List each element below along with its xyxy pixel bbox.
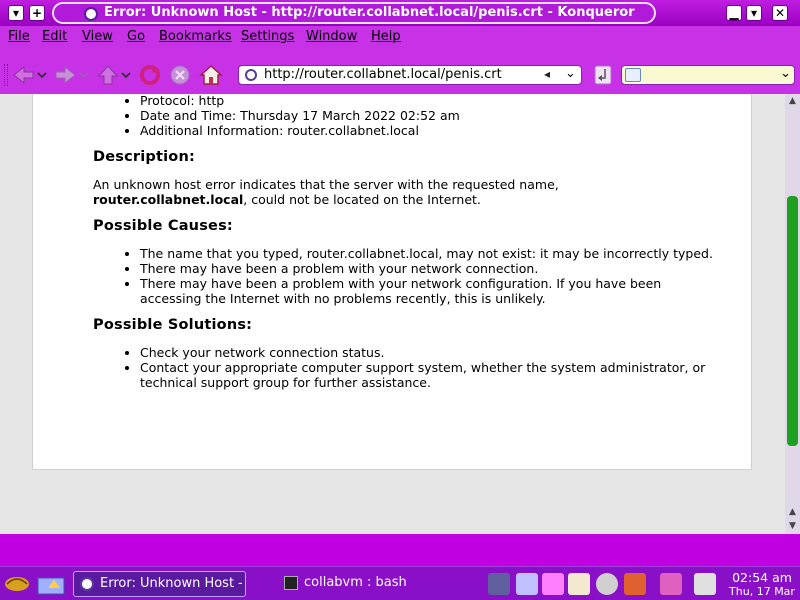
title-pill: Error: Unknown Host - http://router.coll… — [52, 2, 656, 24]
solutions-heading: Possible Solutions: — [93, 317, 253, 333]
back-icon[interactable] — [12, 64, 36, 86]
clipboard-icon[interactable] — [568, 573, 590, 595]
home-icon[interactable] — [199, 64, 223, 86]
settings-gear-icon[interactable] — [596, 573, 618, 595]
window-menu-button[interactable]: ▾ — [8, 5, 24, 21]
location-bar[interactable]: http://router.collabnet.local/penis.crt … — [238, 65, 582, 85]
menu-view[interactable]: View — [82, 29, 113, 44]
stop-icon[interactable] — [168, 64, 192, 86]
clear-location-icon[interactable]: ◂ — [544, 67, 550, 81]
solution-item: Contact your appropriate computer suppor… — [140, 360, 713, 390]
description-heading: Description: — [93, 149, 195, 165]
causes-list: The name that you typed, router.collabne… — [93, 246, 713, 306]
search-provider-icon[interactable] — [625, 68, 641, 82]
network-icon[interactable] — [694, 573, 716, 595]
scroll-up-bottom-icon[interactable]: ▲ — [786, 506, 799, 519]
home-folder-icon[interactable] — [36, 572, 66, 596]
globe-icon — [245, 69, 257, 81]
scroll-up-icon[interactable]: ▲ — [786, 95, 799, 108]
mail-icon[interactable] — [624, 573, 646, 595]
page-view: Protocol: http Date and Time: Thursday 1… — [0, 94, 785, 534]
status-strip — [0, 534, 800, 566]
menu-go[interactable]: Go — [127, 29, 145, 44]
desktop-pager-2-icon[interactable] — [516, 573, 538, 595]
desktop-pager-icon[interactable] — [488, 573, 510, 595]
scroll-down-icon[interactable]: ▼ — [786, 520, 799, 533]
app-launcher-icon[interactable] — [3, 572, 31, 596]
main-toolbar: http://router.collabnet.local/penis.crt … — [0, 48, 800, 94]
cause-item: There may have been a problem with your … — [140, 261, 713, 276]
terminal-icon — [284, 576, 298, 590]
vertical-scrollbar[interactable]: ▲ ▲ ▼ — [785, 94, 800, 534]
error-page: Protocol: http Date and Time: Thursday 1… — [32, 94, 752, 470]
menu-edit[interactable]: Edit — [42, 29, 67, 44]
clock[interactable]: 02:54 am Thu, 17 Mar — [724, 570, 800, 598]
go-icon[interactable] — [594, 65, 612, 85]
description-line1: An unknown host error indicates that the… — [93, 177, 559, 192]
location-url[interactable]: http://router.collabnet.local/penis.crt — [264, 67, 502, 82]
task-bash-label: collabvm : bash — [304, 575, 407, 590]
konqueror-icon — [84, 7, 98, 21]
clock-time: 02:54 am — [732, 570, 792, 585]
menu-window[interactable]: Window — [306, 29, 357, 44]
search-dropdown-icon[interactable]: ⌄ — [780, 66, 791, 81]
description-text: An unknown host error indicates that the… — [93, 177, 713, 207]
task-konqueror[interactable]: Error: Unknown Host - http://router.coll… — [73, 571, 246, 597]
up-icon[interactable] — [96, 64, 120, 86]
solution-item: Check your network connection status. — [140, 345, 713, 360]
info-protocol: Protocol: http — [140, 94, 713, 108]
close-button[interactable]: ✕ — [772, 5, 788, 21]
causes-heading: Possible Causes: — [93, 218, 233, 234]
menu-file[interactable]: File — [8, 29, 30, 44]
error-page-content: Protocol: http Date and Time: Thursday 1… — [93, 94, 713, 390]
up-history-chevron-icon[interactable] — [120, 64, 132, 86]
location-dropdown-icon[interactable]: ⌄ — [565, 66, 576, 81]
forward-history-chevron-icon[interactable] — [78, 64, 90, 86]
menu-bar: File Edit View Go Bookmarks Settings Win… — [0, 26, 800, 48]
minimize-button[interactable]: ▁ — [726, 5, 742, 21]
forward-icon[interactable] — [53, 64, 77, 86]
task-konqueror-label: Error: Unknown Host - http://router.coll… — [100, 576, 242, 591]
search-bar[interactable]: ⌄ — [621, 65, 795, 85]
cause-item: The name that you typed, router.collabne… — [140, 246, 713, 261]
scroll-thumb[interactable] — [787, 196, 798, 447]
info-list: Protocol: http Date and Time: Thursday 1… — [93, 94, 713, 138]
menu-help[interactable]: Help — [371, 29, 401, 44]
description-host: router.collabnet.local — [93, 192, 244, 207]
solutions-list: Check your network connection status. Co… — [93, 345, 713, 390]
maximize-button[interactable]: ▾ — [746, 5, 762, 21]
sticky-button[interactable]: + — [29, 5, 45, 21]
notifier-icon[interactable] — [660, 573, 682, 595]
window-title: Error: Unknown Host - http://router.coll… — [104, 5, 635, 20]
title-bar: ▾ + Error: Unknown Host - http://router.… — [0, 0, 800, 26]
taskbar: Error: Unknown Host - http://router.coll… — [0, 566, 800, 600]
info-additional: Additional Information: router.collabnet… — [140, 123, 713, 138]
task-bash[interactable]: collabvm : bash — [278, 571, 478, 597]
toolbar-grip[interactable] — [4, 64, 8, 86]
clock-date: Thu, 17 Mar — [729, 585, 795, 598]
menu-settings[interactable]: Settings — [241, 29, 294, 44]
reload-icon[interactable] — [138, 64, 162, 86]
konqueror-task-icon — [80, 577, 94, 591]
cause-item: There may have been a problem with your … — [140, 276, 713, 306]
back-history-chevron-icon[interactable] — [36, 64, 48, 86]
description-line2: , could not be located on the Internet. — [243, 192, 481, 207]
info-date-time: Date and Time: Thursday 17 March 2022 02… — [140, 108, 713, 123]
menu-bookmarks[interactable]: Bookmarks — [159, 29, 232, 44]
desktop-pager-3-icon[interactable] — [542, 573, 564, 595]
